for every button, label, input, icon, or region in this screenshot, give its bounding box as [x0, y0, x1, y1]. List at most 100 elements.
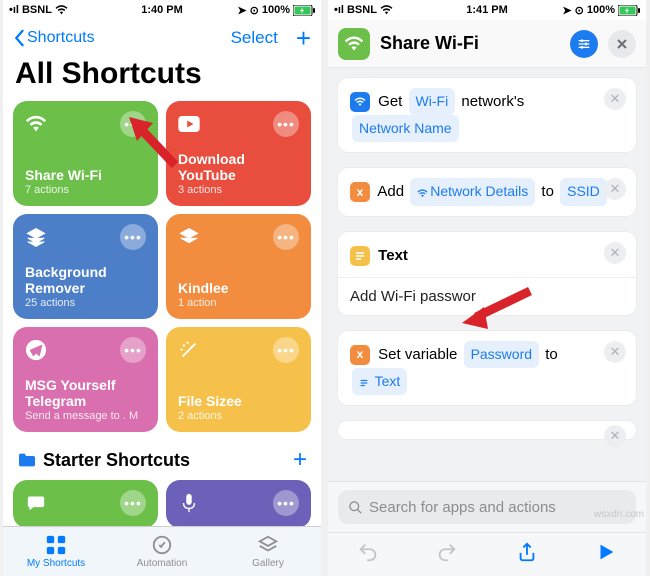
action-text: network's — [461, 93, 524, 110]
alarm-icon: ⊙ — [575, 4, 584, 17]
tile-title: MSG Yourself Telegram — [25, 377, 146, 409]
remove-action-button[interactable]: ✕ — [604, 425, 626, 447]
shortcut-app-icon[interactable] — [338, 28, 370, 60]
annotation-arrow-left — [125, 115, 185, 175]
tab-gallery[interactable]: Gallery — [215, 527, 321, 576]
tile-subtitle: 3 actions — [178, 184, 299, 196]
token-network-name[interactable]: Network Name — [352, 115, 459, 142]
watermark: wsxdn.com — [594, 509, 644, 520]
search-bar-container: Search for apps and actions — [328, 481, 646, 532]
tile-menu-button[interactable]: ••• — [273, 490, 299, 516]
status-bar: •ıl BSNL 1:40 PM ➤ ⊙ 100% — [3, 0, 321, 20]
signal-icon: •ıl — [9, 4, 19, 16]
location-icon: ➤ — [237, 4, 246, 17]
carrier-label: BSNL — [347, 4, 377, 16]
action-text: Get — [378, 93, 402, 110]
token-password[interactable]: Password — [464, 341, 539, 368]
tab-my-shortcuts[interactable]: My Shortcuts — [3, 527, 109, 576]
tile-file-sizee[interactable]: ••• File Sizee 2 actions — [166, 327, 311, 432]
action-text: Set variable — [378, 346, 457, 363]
location-icon: ➤ — [562, 4, 571, 17]
tile-msg-telegram[interactable]: ••• MSG Yourself Telegram Send a message… — [13, 327, 158, 432]
action-set-variable[interactable]: ✕ x Set variable Password to Text — [338, 331, 636, 405]
tab-label: My Shortcuts — [27, 558, 85, 569]
section-add-button[interactable]: + — [293, 446, 307, 474]
chat-icon — [25, 492, 47, 514]
editor-toolbar — [328, 532, 646, 576]
actions-list: ✕ Get Wi-Fi network's Network Name ✕ x A… — [328, 68, 646, 483]
back-shortcuts-button[interactable]: Shortcuts — [13, 29, 95, 47]
tab-automation[interactable]: Automation — [109, 527, 215, 576]
telegram-icon — [25, 339, 47, 361]
battery-icon — [618, 5, 640, 16]
tab-label: Automation — [137, 558, 188, 569]
action-label: Text — [378, 247, 408, 264]
wifi-icon — [25, 113, 47, 135]
tile-title: Download YouTube — [178, 151, 299, 183]
tile-subtitle: 2 actions — [178, 410, 299, 422]
tab-label: Gallery — [252, 558, 284, 569]
tile-subtitle: 7 actions — [25, 184, 146, 196]
battery-label: 100% — [262, 4, 290, 16]
page-title: All Shortcuts — [3, 55, 321, 101]
battery-icon — [293, 5, 315, 16]
wifi-mini-icon — [350, 92, 370, 112]
tile-menu-button[interactable]: ••• — [273, 337, 299, 363]
search-icon — [348, 500, 363, 515]
run-button[interactable] — [595, 541, 617, 568]
token-network-details[interactable]: Network Details — [410, 178, 535, 205]
shortcut-title[interactable]: Share Wi-Fi — [380, 33, 560, 54]
carrier-label: BSNL — [22, 4, 52, 16]
share-button[interactable] — [516, 541, 538, 568]
tile-title: File Sizee — [178, 393, 299, 409]
token-wifi[interactable]: Wi-Fi — [409, 88, 456, 115]
section-label: Starter Shortcuts — [43, 450, 190, 471]
tile-menu-button[interactable]: ••• — [273, 111, 299, 137]
wifi-icon — [380, 5, 393, 15]
search-placeholder: Search for apps and actions — [369, 499, 556, 516]
tile-download-youtube[interactable]: ••• Download YouTube 3 actions — [166, 101, 311, 206]
token-ssid[interactable]: SSID — [560, 178, 607, 205]
tile-subtitle: 1 action — [178, 297, 299, 309]
add-shortcut-button[interactable]: + — [296, 25, 311, 51]
tile-menu-button[interactable]: ••• — [120, 337, 146, 363]
tile-menu-button[interactable]: ••• — [120, 490, 146, 516]
token-text[interactable]: Text — [352, 368, 407, 395]
remove-action-button[interactable]: ✕ — [604, 341, 626, 363]
search-input[interactable]: Search for apps and actions — [338, 490, 636, 524]
folder-icon — [17, 452, 37, 468]
remove-action-button[interactable]: ✕ — [604, 88, 626, 110]
signal-icon: •ıl — [334, 4, 344, 16]
tile-subtitle: Send a message to . M — [25, 410, 146, 422]
action-get-network-name[interactable]: ✕ Get Wi-Fi network's Network Name — [338, 78, 636, 152]
select-button[interactable]: Select — [231, 28, 278, 48]
alarm-icon: ⊙ — [250, 4, 259, 17]
shortcuts-app-screen: •ıl BSNL 1:40 PM ➤ ⊙ 100% Shortcuts Sele… — [3, 0, 321, 576]
tab-bar: My Shortcuts Automation Gallery — [3, 526, 321, 576]
tile-starter-2[interactable]: ••• — [166, 480, 311, 528]
close-button[interactable] — [608, 30, 636, 58]
battery-label: 100% — [587, 4, 615, 16]
action-text: to — [541, 183, 554, 200]
tile-background-remover[interactable]: ••• Background Remover 25 actions — [13, 214, 158, 319]
tile-starter-1[interactable]: ••• — [13, 480, 158, 528]
editor-header: Share Wi-Fi — [328, 20, 646, 68]
undo-button[interactable] — [357, 541, 379, 568]
settings-button[interactable] — [570, 30, 598, 58]
clock-label: 1:40 PM — [141, 4, 183, 16]
nav-bar: Shortcuts Select + — [3, 20, 321, 55]
mic-icon — [178, 492, 200, 514]
layers-icon — [178, 226, 200, 248]
back-label: Shortcuts — [27, 29, 95, 47]
action-text: to — [545, 346, 558, 363]
tile-kindlee[interactable]: ••• Kindlee 1 action — [166, 214, 311, 319]
wifi-icon — [55, 5, 68, 15]
annotation-arrow-right — [460, 283, 540, 333]
action-cutoff[interactable]: ✕ — [338, 421, 636, 439]
action-add-to-ssid[interactable]: ✕ x Add Network Details to SSID — [338, 168, 636, 215]
tile-menu-button[interactable]: ••• — [273, 224, 299, 250]
tile-menu-button[interactable]: ••• — [120, 224, 146, 250]
redo-button[interactable] — [436, 541, 458, 568]
remove-action-button[interactable]: ✕ — [604, 242, 626, 264]
section-header: Starter Shortcuts + — [3, 432, 321, 480]
